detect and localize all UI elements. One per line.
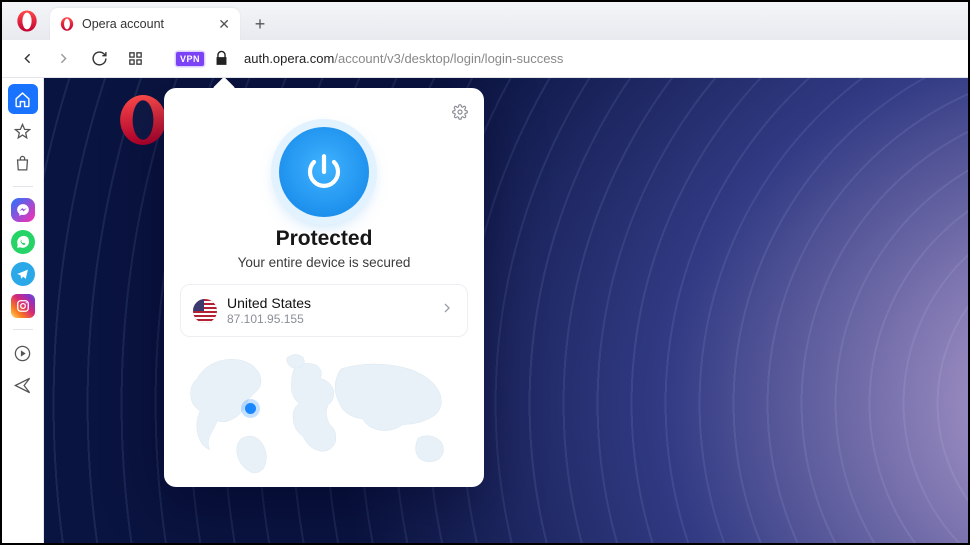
lock-icon [213,50,230,67]
forward-button[interactable] [48,44,78,74]
tab-title: Opera account [82,17,210,31]
site-security-button[interactable] [210,44,232,74]
address-bar[interactable]: auth.opera.com/account/v3/desktop/login/… [244,51,563,66]
chevron-right-icon [439,300,455,321]
gear-icon [452,104,468,120]
chevron-right-icon [55,50,72,67]
page-opera-logo [117,94,169,151]
vpn-status-title: Protected [180,227,468,251]
sidebar-whatsapp[interactable] [8,227,38,257]
vpn-location-ip: 87.101.95.155 [227,312,429,326]
chevron-left-icon [19,50,36,67]
new-tab-button[interactable]: + [246,10,274,38]
url-path: /account/v3/desktop/login/login-success [334,51,563,66]
sidebar-divider [13,186,33,187]
url-domain: auth.opera.com [244,51,334,66]
tab-close-button[interactable]: ✕ [218,16,230,33]
power-icon [303,151,345,193]
vpn-status-subtitle: Your entire device is secured [180,255,468,270]
sidebar-send[interactable] [8,370,38,400]
reload-button[interactable] [84,44,114,74]
shopping-bag-icon [14,155,31,172]
sidebar-instagram[interactable] [8,291,38,321]
whatsapp-icon [16,235,30,249]
tab-strip: Opera account ✕ + [2,2,968,40]
us-flag-icon [193,299,217,323]
vpn-location-name: United States [227,295,429,312]
sidebar [2,78,44,543]
browser-tab[interactable]: Opera account ✕ [50,8,240,40]
messenger-icon [16,203,30,217]
star-icon [14,123,31,140]
play-circle-icon [13,344,32,363]
sidebar-telegram[interactable] [8,259,38,289]
send-icon [13,376,32,395]
grid-icon [127,50,144,67]
reload-icon [91,50,108,67]
speed-dial-button[interactable] [120,44,150,74]
instagram-icon [16,299,30,313]
vpn-popup: Protected Your entire device is secured … [164,88,484,487]
vpn-location-selector[interactable]: United States 87.101.95.155 [180,284,468,337]
vpn-badge[interactable]: VPN [176,52,204,66]
sidebar-shopping[interactable] [8,148,38,178]
toolbar: VPN auth.opera.com/account/v3/desktop/lo… [2,40,968,78]
sidebar-player[interactable] [8,338,38,368]
telegram-icon [16,268,29,281]
opera-menu-button[interactable] [14,8,40,34]
opera-favicon-icon [60,17,74,31]
vpn-world-map [180,347,468,477]
sidebar-bookmarks[interactable] [8,116,38,146]
home-icon [14,91,31,108]
opera-logo-icon [16,10,38,32]
vpn-toggle-button[interactable] [279,127,369,217]
page-content: Protected Your entire device is secured … [44,78,968,543]
sidebar-divider [13,329,33,330]
opera-logo-icon [117,94,169,146]
sidebar-messenger[interactable] [8,195,38,225]
vpn-settings-button[interactable] [452,104,468,125]
back-button[interactable] [12,44,42,74]
sidebar-home[interactable] [8,84,38,114]
